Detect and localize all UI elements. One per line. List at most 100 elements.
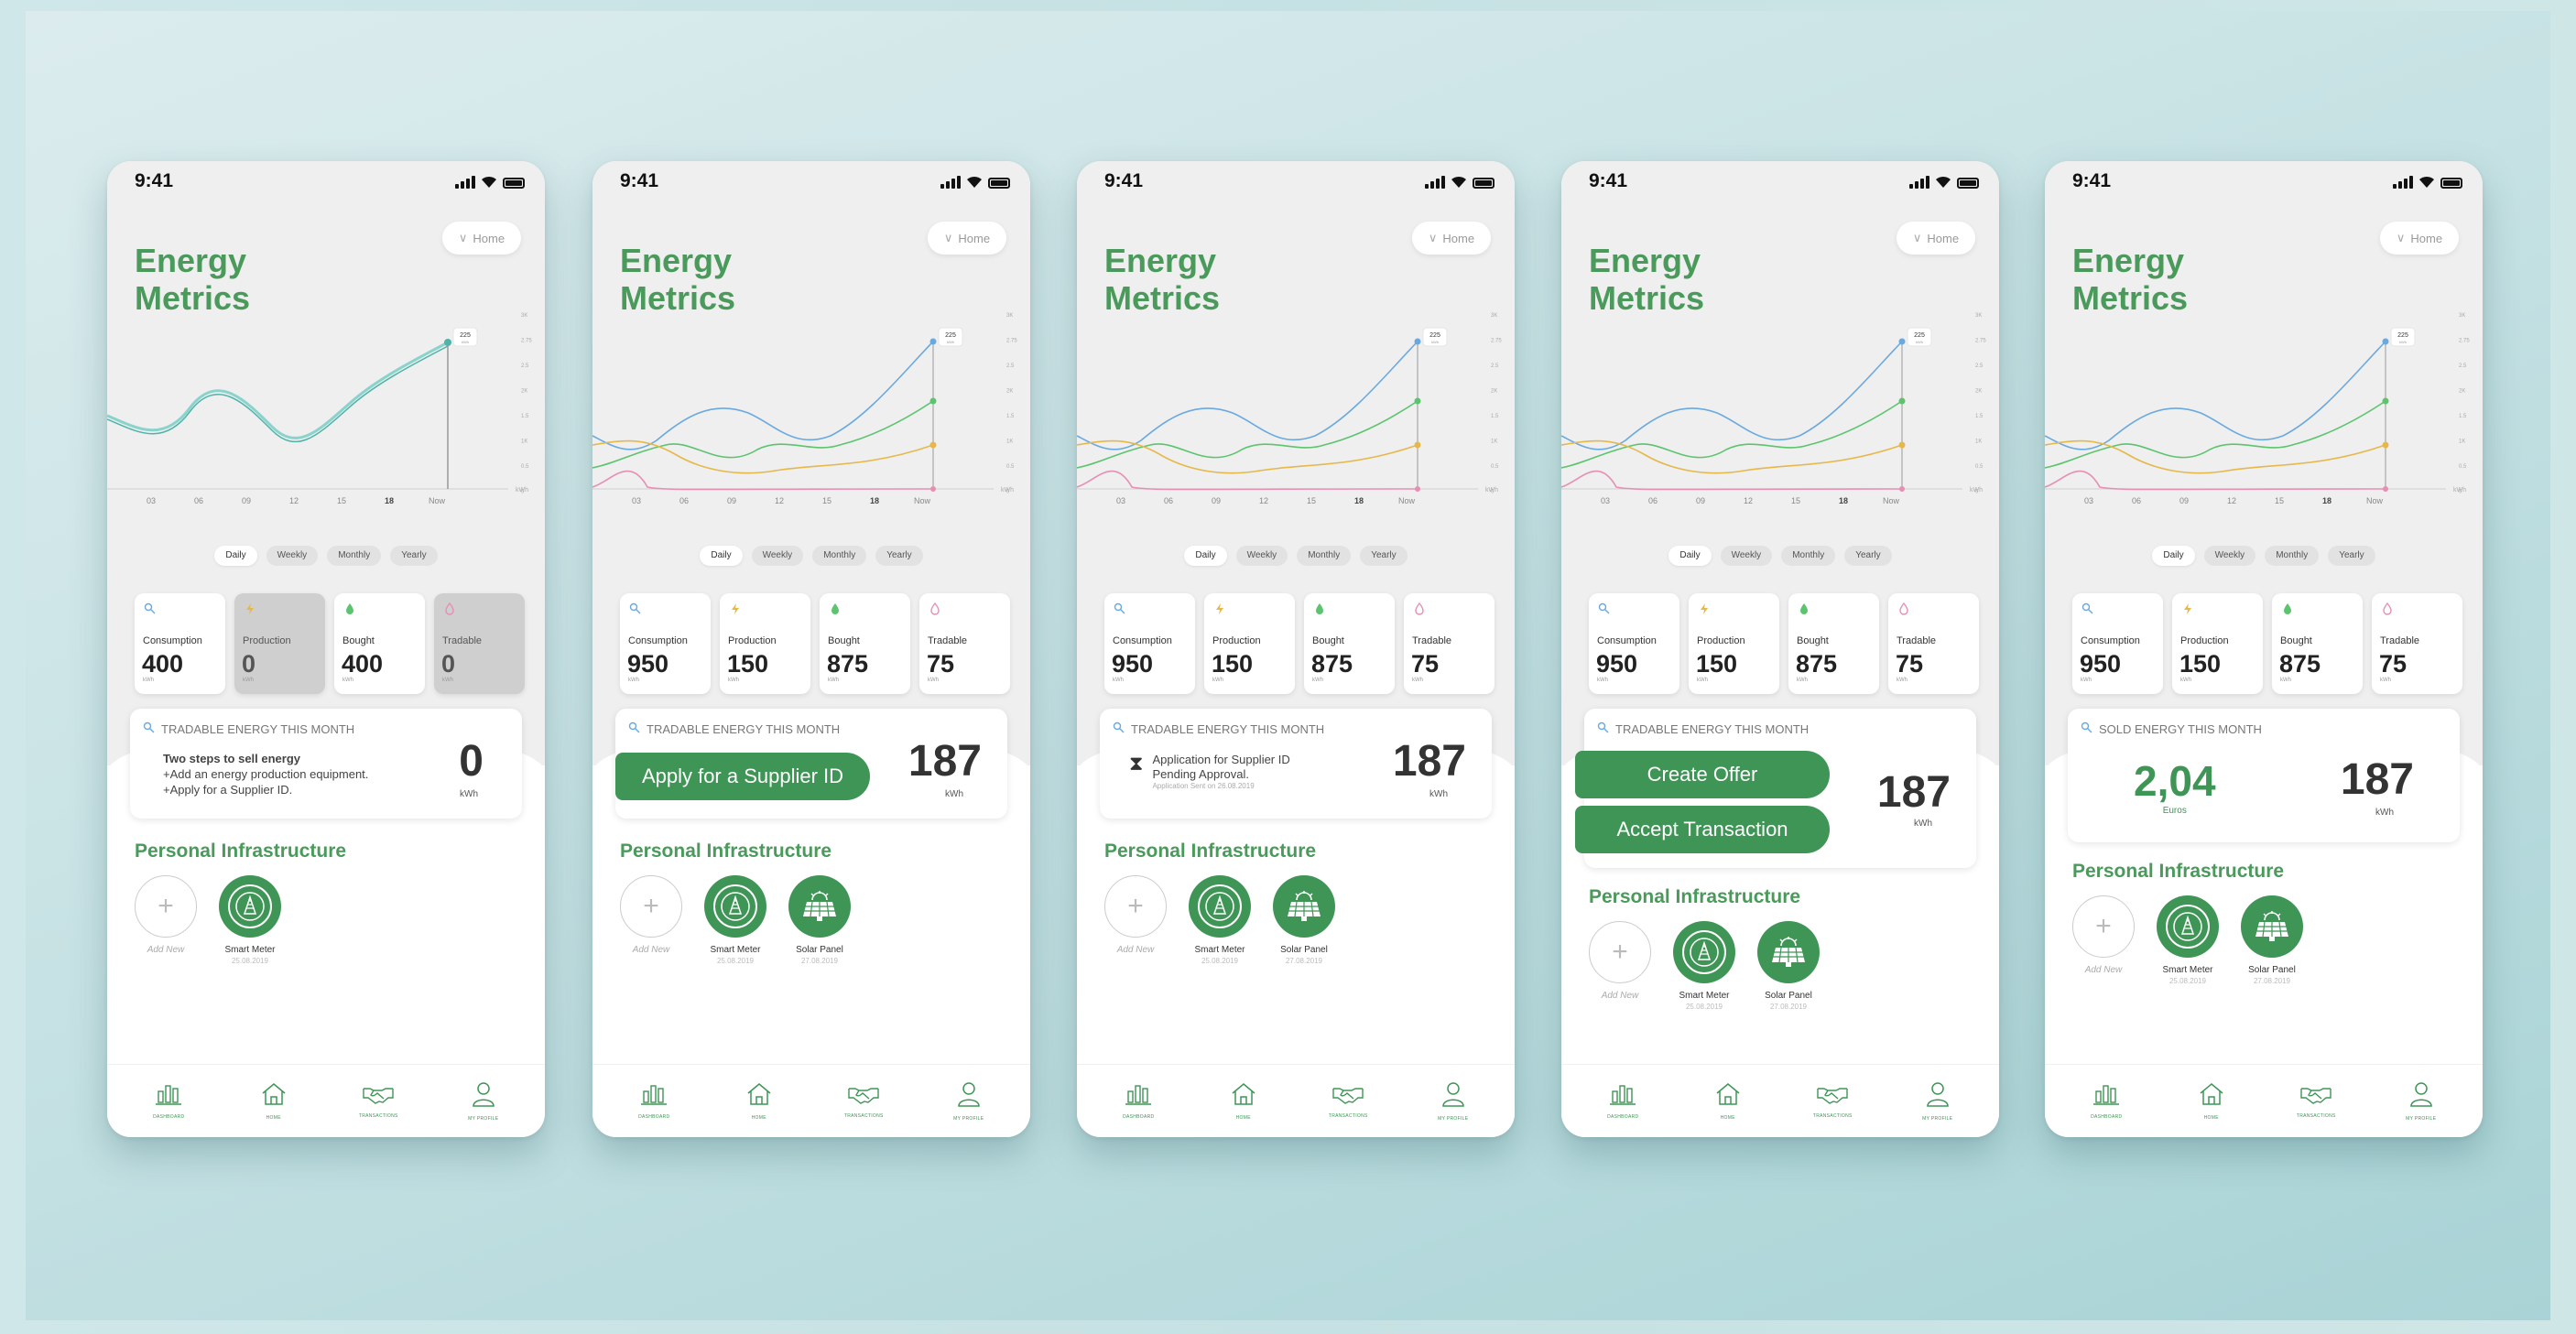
accept-transaction-button[interactable]: Accept Transaction (1575, 806, 1830, 853)
tab-yearly[interactable]: Yearly (390, 546, 438, 566)
nav-my-profile[interactable]: MY PROFILE (1901, 1080, 1974, 1122)
y-tick-label: 2.5 (2459, 363, 2467, 369)
metric-unit: kWh (342, 678, 353, 683)
x-tick-label: 06 (1164, 496, 1173, 504)
x-tick-label: 03 (2084, 496, 2093, 504)
tab-daily[interactable]: Daily (2152, 546, 2195, 566)
tab-weekly[interactable]: Weekly (1235, 546, 1288, 566)
page-title: Energy Metrics (1589, 242, 1790, 318)
infra-item-smart-meter[interactable]: Smart Meter 25.08.2019 (1673, 921, 1735, 1011)
metric-unit: kWh (1212, 678, 1223, 683)
location-label: Home (473, 231, 505, 245)
tradable-value: 0 (459, 737, 484, 786)
metric-card-bought[interactable]: Bought 875 kWh (2272, 593, 2363, 694)
tab-monthly[interactable]: Monthly (812, 546, 867, 566)
nav-home[interactable]: HOME (2175, 1081, 2248, 1121)
y-tick-label: 0.5 (2459, 464, 2467, 470)
tab-yearly[interactable]: Yearly (875, 546, 923, 566)
tab-yearly[interactable]: Yearly (1844, 546, 1892, 566)
metric-card-tradable[interactable]: Tradable 75 kWh (919, 593, 1010, 694)
plus-icon[interactable]: + (135, 875, 197, 938)
tab-daily[interactable]: Daily (1668, 546, 1712, 566)
plus-icon[interactable]: + (1589, 921, 1651, 983)
metric-card-production[interactable]: Production 150 kWh (1204, 593, 1295, 694)
nav-home[interactable]: HOME (723, 1081, 796, 1121)
tab-monthly[interactable]: Monthly (1781, 546, 1836, 566)
tab-daily[interactable]: Daily (1184, 546, 1227, 566)
metric-card-tradable[interactable]: Tradable 0 kWh (434, 593, 525, 694)
create-offer-button[interactable]: Create Offer (1575, 751, 1830, 798)
infra-item-solar-panel[interactable]: Solar Panel 27.08.2019 (2241, 895, 2303, 985)
tab-monthly[interactable]: Monthly (327, 546, 382, 566)
metric-value: 875 (2279, 650, 2321, 678)
add-new-item[interactable]: + Add New (135, 875, 197, 965)
plus-icon[interactable]: + (2072, 895, 2135, 958)
nav-home[interactable]: HOME (1691, 1081, 1765, 1121)
infra-item-solar-panel[interactable]: Solar Panel 27.08.2019 (788, 875, 851, 965)
nav-transactions[interactable]: TRANSACTIONS (2279, 1083, 2353, 1119)
add-new-item[interactable]: + Add New (1589, 921, 1651, 1011)
infra-item-smart-meter[interactable]: Smart Meter 25.08.2019 (219, 875, 281, 965)
location-selector[interactable]: ∨ Home (2380, 222, 2459, 255)
metric-card-consumption[interactable]: Consumption 950 kWh (1589, 593, 1679, 694)
tab-monthly[interactable]: Monthly (1297, 546, 1352, 566)
nav-home[interactable]: HOME (1207, 1081, 1280, 1121)
y-tick-label: 3K (1491, 313, 1497, 319)
production-now-dot (1898, 441, 1906, 449)
metric-card-consumption[interactable]: Consumption 950 kWh (620, 593, 711, 694)
tab-weekly[interactable]: Weekly (266, 546, 319, 566)
tab-daily[interactable]: Daily (214, 546, 257, 566)
metric-card-bought[interactable]: Bought 875 kWh (1788, 593, 1879, 694)
metric-card-production[interactable]: Production 150 kWh (2172, 593, 2263, 694)
add-new-item[interactable]: + Add New (1104, 875, 1167, 965)
tab-weekly[interactable]: Weekly (1720, 546, 1773, 566)
nav-dashboard[interactable]: DASHBOARD (1102, 1082, 1175, 1120)
infra-item-smart-meter[interactable]: Smart Meter 25.08.2019 (1189, 875, 1251, 965)
nav-my-profile[interactable]: MY PROFILE (2385, 1080, 2458, 1122)
nav-dashboard[interactable]: DASHBOARD (132, 1082, 205, 1120)
metric-card-bought[interactable]: Bought 875 kWh (820, 593, 910, 694)
nav-my-profile[interactable]: MY PROFILE (447, 1080, 520, 1122)
location-selector[interactable]: ∨ Home (1412, 222, 1491, 255)
add-new-item[interactable]: + Add New (2072, 895, 2135, 985)
metric-card-production[interactable]: Production 0 kWh (234, 593, 325, 694)
tab-yearly[interactable]: Yearly (2328, 546, 2375, 566)
nav-my-profile[interactable]: MY PROFILE (1417, 1080, 1490, 1122)
metric-card-consumption[interactable]: Consumption 400 kWh (135, 593, 225, 694)
nav-my-profile[interactable]: MY PROFILE (932, 1080, 1005, 1122)
metric-card-bought[interactable]: Bought 400 kWh (334, 593, 425, 694)
tab-daily[interactable]: Daily (700, 546, 743, 566)
infra-item-smart-meter[interactable]: Smart Meter 25.08.2019 (704, 875, 766, 965)
now-value-label: 225 (2397, 332, 2408, 339)
tab-yearly[interactable]: Yearly (1360, 546, 1408, 566)
nav-dashboard[interactable]: DASHBOARD (1586, 1082, 1659, 1120)
plus-icon[interactable]: + (1104, 875, 1167, 938)
location-selector[interactable]: ∨ Home (1897, 222, 1975, 255)
nav-dashboard[interactable]: DASHBOARD (617, 1082, 690, 1120)
metric-card-consumption[interactable]: Consumption 950 kWh (2072, 593, 2163, 694)
plus-icon[interactable]: + (620, 875, 682, 938)
metric-card-tradable[interactable]: Tradable 75 kWh (2372, 593, 2462, 694)
metric-card-tradable[interactable]: Tradable 75 kWh (1888, 593, 1979, 694)
metric-card-bought[interactable]: Bought 875 kWh (1304, 593, 1395, 694)
tab-monthly[interactable]: Monthly (2265, 546, 2320, 566)
infra-item-smart-meter[interactable]: Smart Meter 25.08.2019 (2157, 895, 2219, 985)
tab-weekly[interactable]: Weekly (2203, 546, 2256, 566)
metric-card-production[interactable]: Production 150 kWh (1689, 593, 1779, 694)
apply-supplier-id-button[interactable]: Apply for a Supplier ID (615, 753, 870, 800)
infra-item-solar-panel[interactable]: Solar Panel 27.08.2019 (1273, 875, 1335, 965)
nav-dashboard[interactable]: DASHBOARD (2070, 1082, 2143, 1120)
location-selector[interactable]: ∨ Home (928, 222, 1006, 255)
nav-home[interactable]: HOME (237, 1081, 310, 1121)
add-new-item[interactable]: + Add New (620, 875, 682, 965)
nav-transactions[interactable]: TRANSACTIONS (1311, 1083, 1385, 1119)
nav-transactions[interactable]: TRANSACTIONS (342, 1083, 415, 1119)
nav-transactions[interactable]: TRANSACTIONS (1796, 1083, 1869, 1119)
location-selector[interactable]: ∨ Home (442, 222, 521, 255)
infra-item-solar-panel[interactable]: Solar Panel 27.08.2019 (1757, 921, 1820, 1011)
metric-card-tradable[interactable]: Tradable 75 kWh (1404, 593, 1495, 694)
metric-card-production[interactable]: Production 150 kWh (720, 593, 810, 694)
nav-transactions[interactable]: TRANSACTIONS (827, 1083, 900, 1119)
metric-card-consumption[interactable]: Consumption 950 kWh (1104, 593, 1195, 694)
tab-weekly[interactable]: Weekly (751, 546, 804, 566)
